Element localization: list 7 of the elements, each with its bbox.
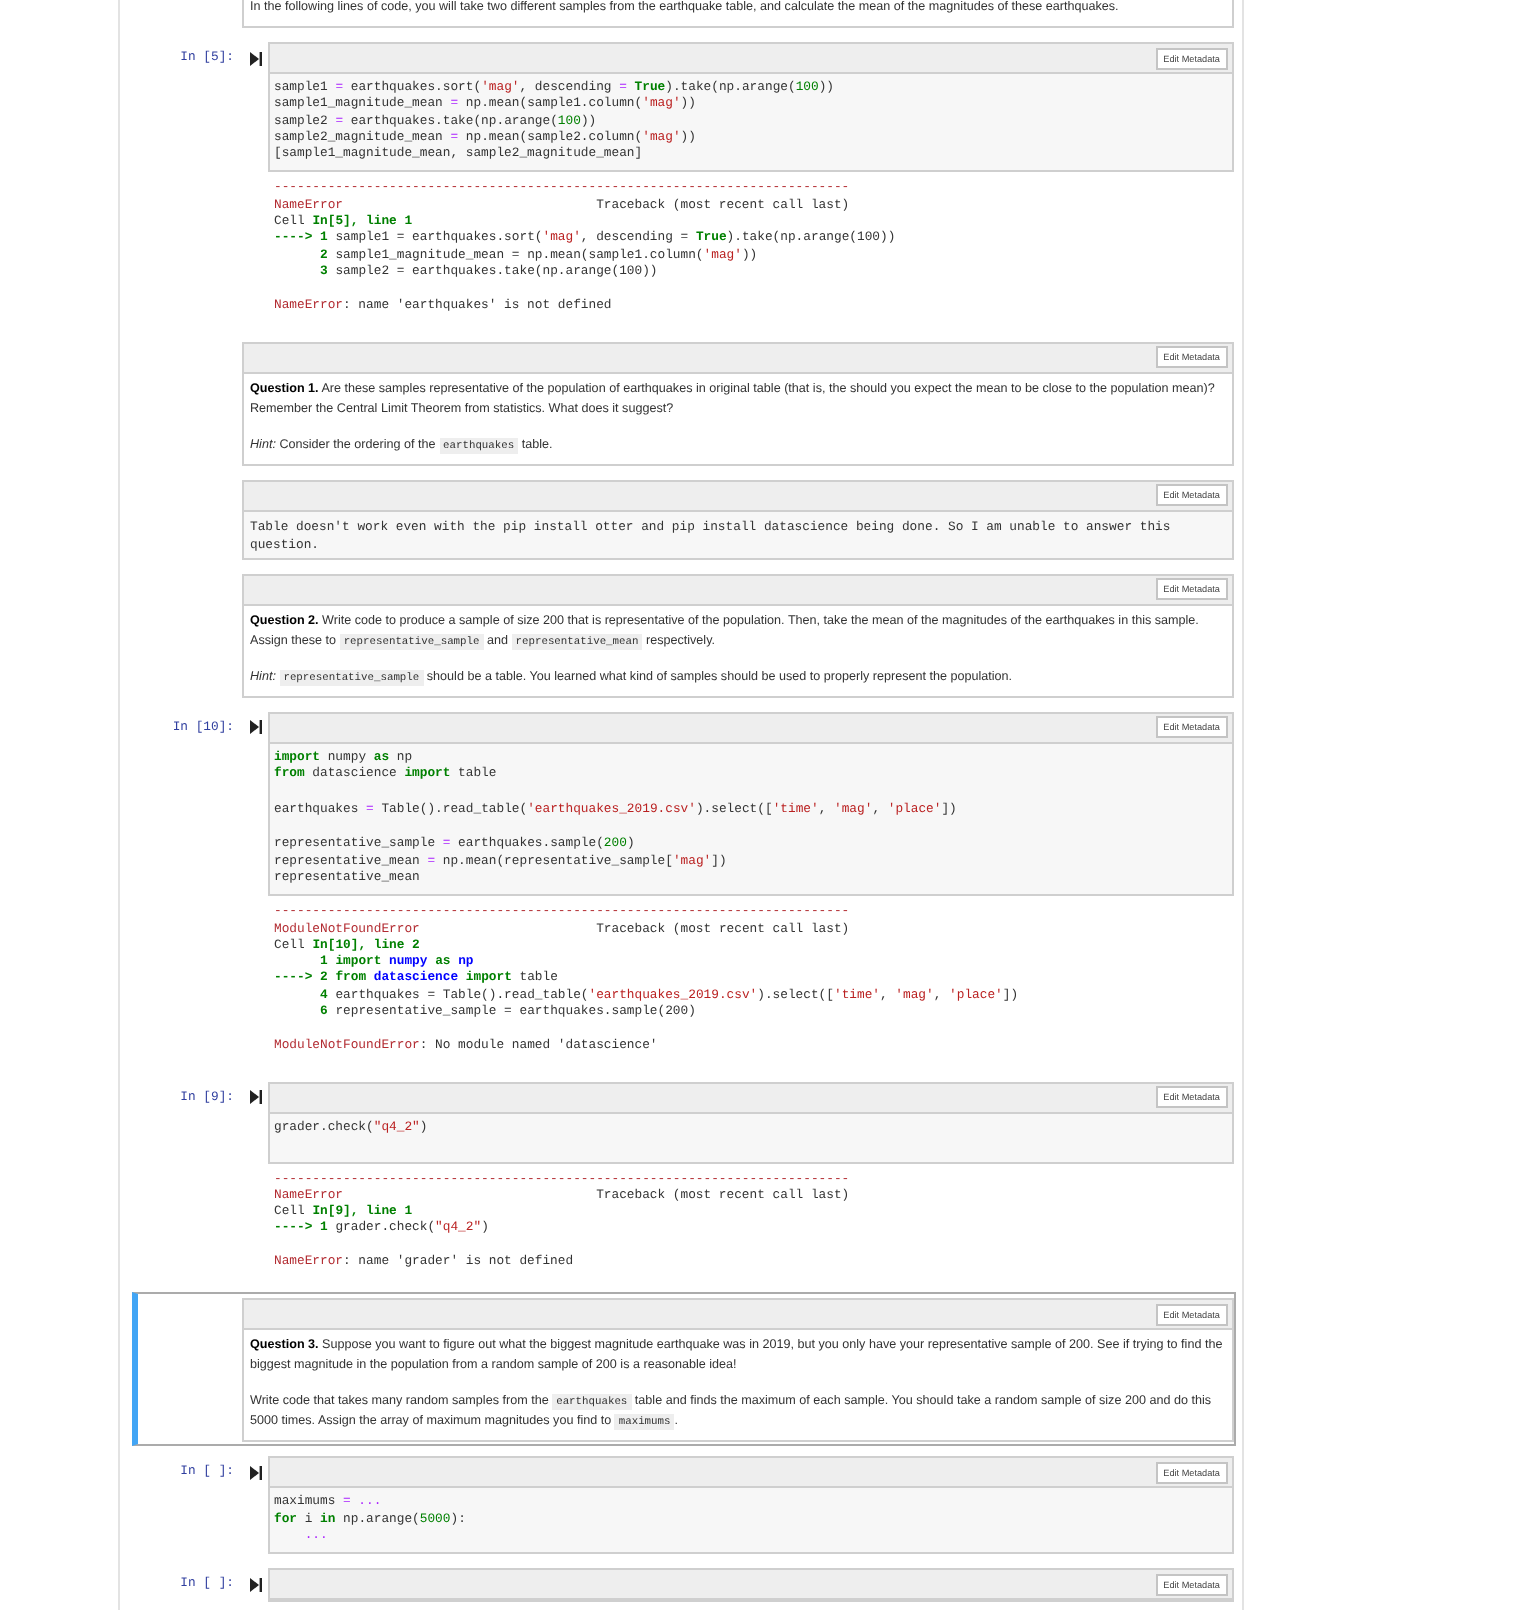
run-icon[interactable] — [250, 720, 262, 735]
run-icon[interactable] — [250, 1090, 262, 1105]
run-icon[interactable] — [250, 1577, 262, 1592]
run-icon[interactable] — [250, 1465, 262, 1480]
code-input-area[interactable] — [270, 743, 1232, 895]
code-input-area[interactable] — [270, 74, 1232, 171]
run-icon[interactable] — [250, 51, 262, 65]
